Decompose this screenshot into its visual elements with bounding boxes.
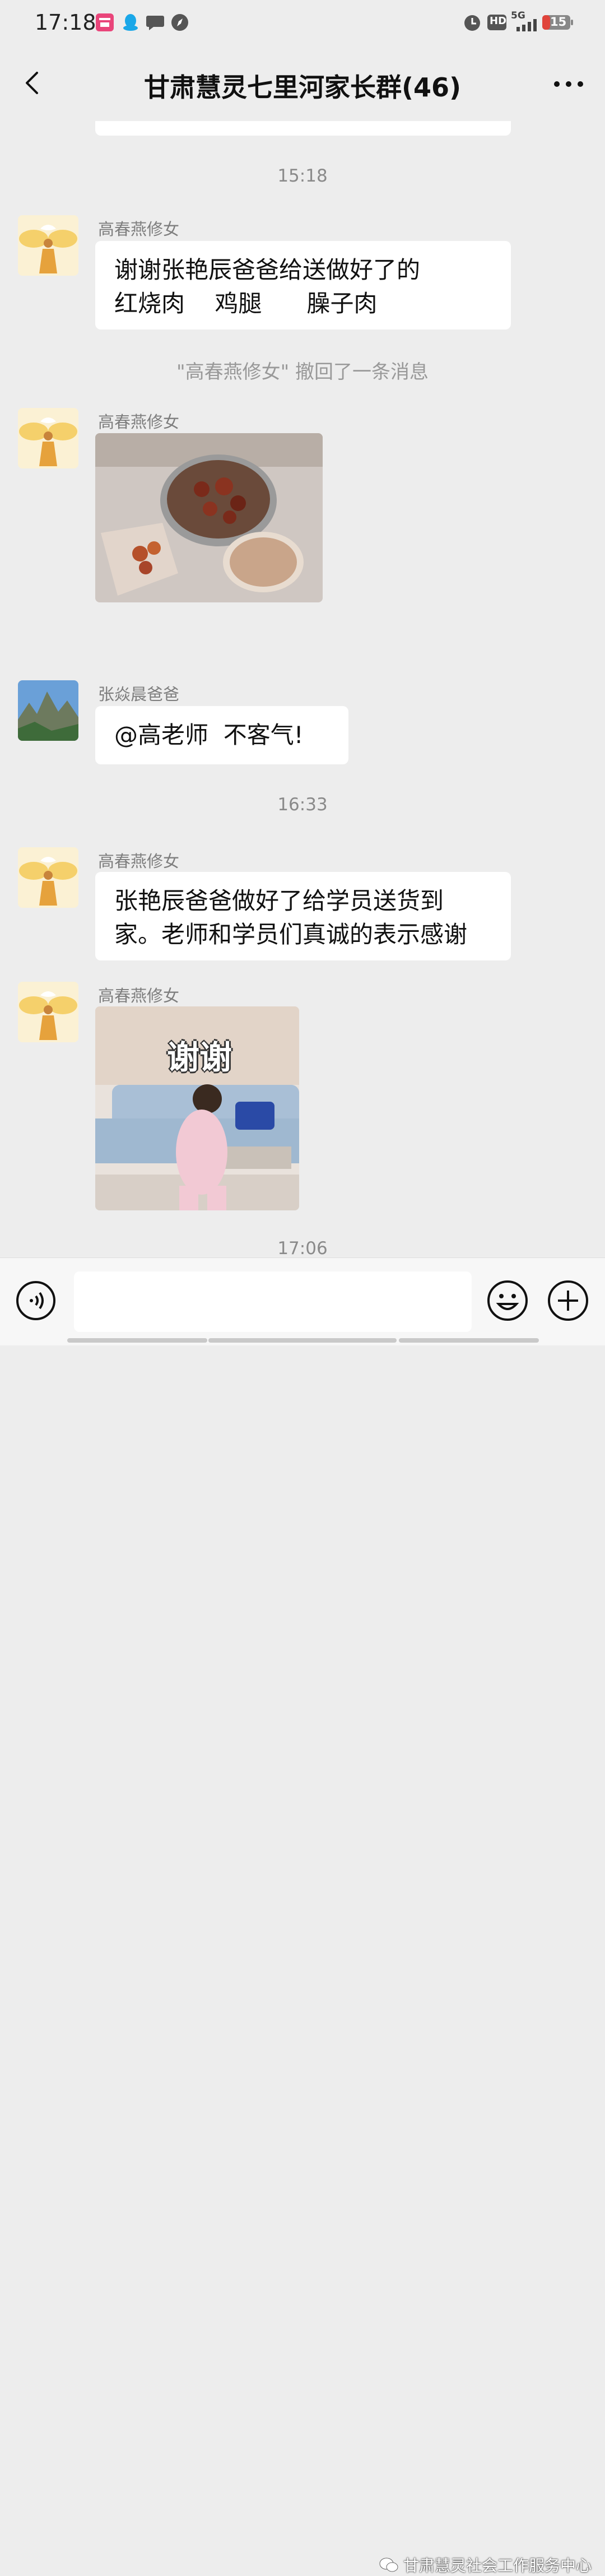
message-text-line: 红烧肉 鸡腿 臊子肉 <box>114 290 378 317</box>
sender-name: 高春燕修女 <box>98 412 180 431</box>
qq-icon <box>122 12 139 33</box>
status-bar: 17:18 HD 5G 15 <box>0 0 605 47</box>
avatar[interactable] <box>18 982 78 1042</box>
sender-name: 张焱晨爸爸 <box>98 685 180 704</box>
sender-name: 高春燕修女 <box>98 852 180 871</box>
food-photo-image <box>95 433 323 602</box>
food-photo-message[interactable] <box>95 433 323 602</box>
plus-icon <box>548 1280 588 1321</box>
sender-name: 高春燕修女 <box>98 986 180 1005</box>
battery-icon: 15 <box>541 12 574 33</box>
nav-handle <box>399 1338 539 1343</box>
message-text-line: 谢谢张艳辰爸爸给送做好了的 <box>114 256 421 284</box>
hd-label: HD <box>490 15 507 27</box>
status-time: 17:18 <box>35 10 96 35</box>
thanks-sticker-message[interactable]: 谢谢 <box>95 1006 299 1210</box>
message-text-line: 张艳辰爸爸做好了给学员送货到 <box>114 887 444 915</box>
emoji-button[interactable] <box>486 1279 529 1322</box>
message-text-line: @高老师 不客气! <box>114 721 304 749</box>
watermark-text: 甘肃慧灵社会工作服务中心 <box>403 2556 592 2575</box>
previous-message-bubble-partial <box>95 121 511 136</box>
signal-icon: 5G <box>511 10 540 33</box>
compass-icon <box>170 12 189 33</box>
watermark: 甘肃慧灵社会工作服务中心 <box>379 2554 592 2576</box>
hd-icon: HD <box>486 12 509 33</box>
voice-icon <box>16 1281 55 1320</box>
emoji-icon <box>487 1280 528 1321</box>
wechat-icon <box>379 2558 398 2572</box>
chat-message-list[interactable]: 15:18 高春燕修女 谢谢张艳辰爸爸给送做好了的 红烧肉 鸡腿 臊子肉 "高春… <box>0 121 605 1257</box>
angel-avatar-icon <box>18 982 78 1042</box>
battery-level: 15 <box>550 15 567 29</box>
recall-notice: "高春燕修女" 撤回了一条消息 <box>176 361 429 383</box>
alarm-icon <box>463 12 482 33</box>
timestamp: 15:18 <box>277 166 328 186</box>
input-bar: 甘肃慧灵社会工作服务中心 <box>0 1257 605 2575</box>
avatar[interactable] <box>18 680 78 741</box>
avatar[interactable] <box>18 215 78 276</box>
app-notification-icon <box>95 12 114 33</box>
network-label: 5G <box>511 10 525 21</box>
sender-name: 高春燕修女 <box>98 220 180 239</box>
nav-handle <box>208 1338 397 1343</box>
angel-avatar-icon <box>18 847 78 908</box>
voice-button[interactable] <box>16 1280 56 1321</box>
nav-handle <box>67 1338 207 1343</box>
angel-avatar-icon <box>18 215 78 276</box>
sticker-caption: 谢谢 <box>167 1038 232 1076</box>
timestamp: 17:06 <box>277 1238 328 1257</box>
avatar[interactable] <box>18 847 78 908</box>
message-text-line: 家。老师和学员们真诚的表示感谢 <box>114 921 468 948</box>
angel-avatar-icon <box>18 408 78 468</box>
message-input[interactable] <box>74 1271 472 1332</box>
timestamp: 16:33 <box>277 795 328 815</box>
more-button[interactable] <box>549 67 588 101</box>
chat-title: 甘肃慧灵七里河家长群(46) <box>143 72 462 103</box>
message-icon <box>146 12 165 33</box>
more-functions-button[interactable] <box>547 1279 589 1322</box>
chat-header: 甘肃慧灵七里河家长群(46) <box>0 47 605 121</box>
more-dots-icon <box>554 81 583 87</box>
message-bubble[interactable]: @高老师 不客气! <box>95 706 348 764</box>
mountain-avatar-icon <box>18 680 78 741</box>
message-bubble[interactable]: 谢谢张艳辰爸爸给送做好了的 红烧肉 鸡腿 臊子肉 <box>95 241 511 329</box>
message-bubble[interactable]: 张艳辰爸爸做好了给学员送货到 家。老师和学员们真诚的表示感谢 <box>95 872 511 960</box>
avatar[interactable] <box>18 408 78 468</box>
